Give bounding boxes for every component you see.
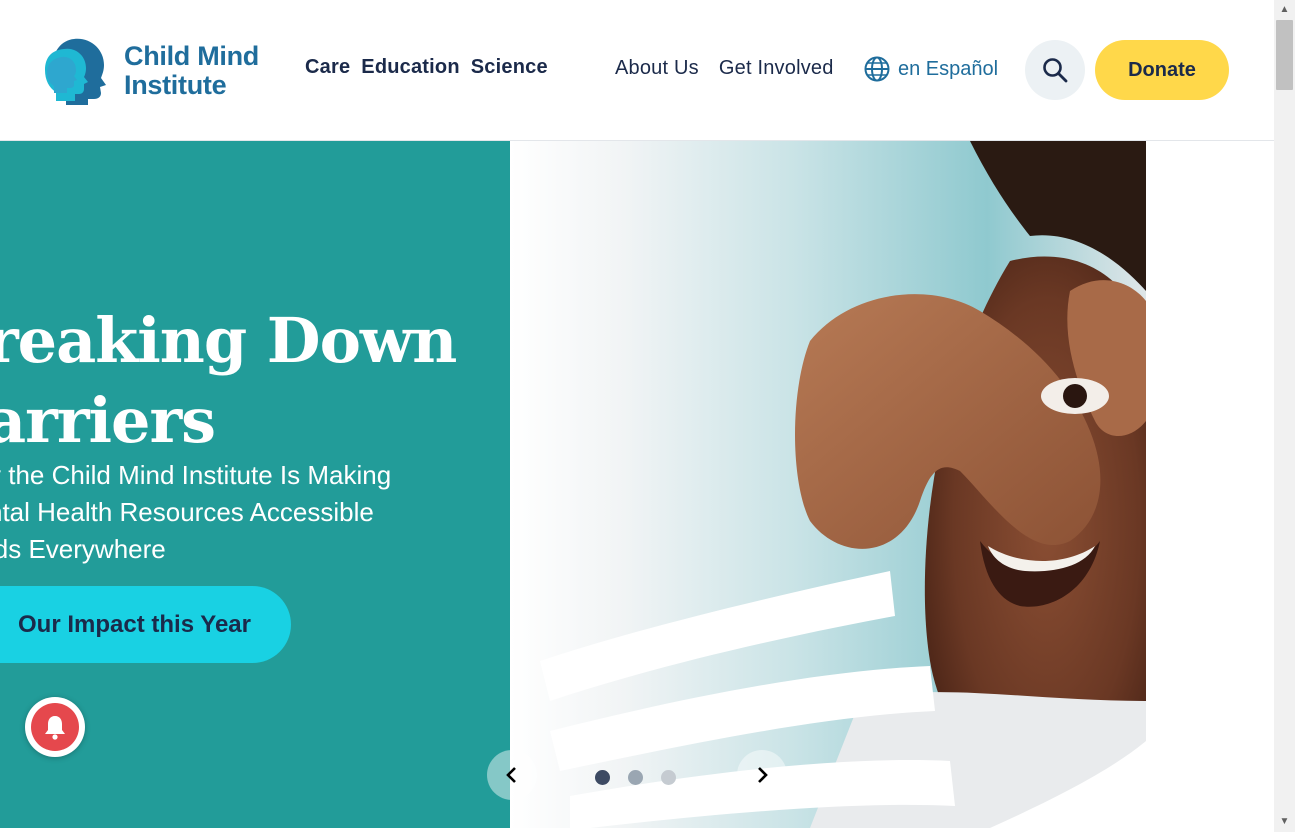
- scroll-up-arrow-icon[interactable]: ▲: [1274, 2, 1295, 18]
- globe-icon: [864, 56, 890, 82]
- hero-subtitle-line-1: v the Child Mind Institute Is Making: [0, 460, 392, 490]
- primary-nav: Care Education Science: [305, 56, 548, 79]
- carousel-prev-button[interactable]: [487, 750, 537, 800]
- hero-title-line-1: reaking Down: [0, 304, 457, 377]
- chevron-left-icon: [506, 767, 516, 783]
- nav-education[interactable]: Education: [361, 56, 459, 79]
- hero-title: reaking Down arriers: [0, 301, 510, 461]
- language-label: en Español: [898, 57, 999, 80]
- scroll-thumb[interactable]: [1276, 20, 1293, 90]
- hero-carousel: reaking Down arriers v the Child Mind In…: [0, 141, 1274, 828]
- site-logo[interactable]: Child Mind Institute: [44, 36, 284, 106]
- notification-bell-badge: [31, 703, 79, 751]
- scroll-down-arrow-icon[interactable]: ▼: [1274, 814, 1295, 830]
- logo-line-2: Institute: [124, 70, 227, 100]
- nav-science[interactable]: Science: [471, 56, 548, 79]
- search-button[interactable]: [1025, 40, 1085, 100]
- carousel-dot-2[interactable]: [628, 770, 643, 785]
- logo-wordmark: Child Mind Institute: [124, 42, 259, 100]
- bell-icon: [45, 716, 65, 740]
- logo-heads-icon: [45, 38, 106, 105]
- carousel-dot-1[interactable]: [595, 770, 610, 785]
- secondary-nav: About Us Get Involved: [615, 57, 834, 80]
- notification-bell-button[interactable]: [25, 697, 85, 757]
- logo-line-1: Child Mind: [124, 41, 259, 71]
- hero-subtitle-line-3: ids Everywhere: [0, 534, 166, 564]
- hero-image-panel: [510, 141, 1274, 828]
- nav-about-us[interactable]: About Us: [615, 57, 699, 80]
- carousel-next-button[interactable]: [737, 750, 787, 800]
- hero-subtitle: v the Child Mind Institute Is Making nta…: [0, 457, 508, 568]
- hero-photo: [510, 141, 1146, 828]
- site-header: Child Mind Institute Care Education Scie…: [0, 0, 1274, 141]
- search-icon: [1043, 58, 1068, 83]
- donate-button[interactable]: Donate: [1095, 40, 1229, 100]
- chevron-right-icon: [758, 767, 768, 783]
- carousel-dot-3[interactable]: [661, 770, 676, 785]
- carousel-pagination: [595, 770, 676, 785]
- page-scrollbar[interactable]: ▲ ▼: [1274, 0, 1295, 832]
- nav-care[interactable]: Care: [305, 56, 350, 79]
- hero-subtitle-line-2: ntal Health Resources Accessible: [0, 497, 374, 527]
- hero-title-line-2: arriers: [0, 384, 216, 457]
- nav-get-involved[interactable]: Get Involved: [719, 57, 834, 80]
- language-switch[interactable]: en Español: [864, 56, 998, 82]
- impact-cta-button[interactable]: Our Impact this Year: [0, 586, 291, 663]
